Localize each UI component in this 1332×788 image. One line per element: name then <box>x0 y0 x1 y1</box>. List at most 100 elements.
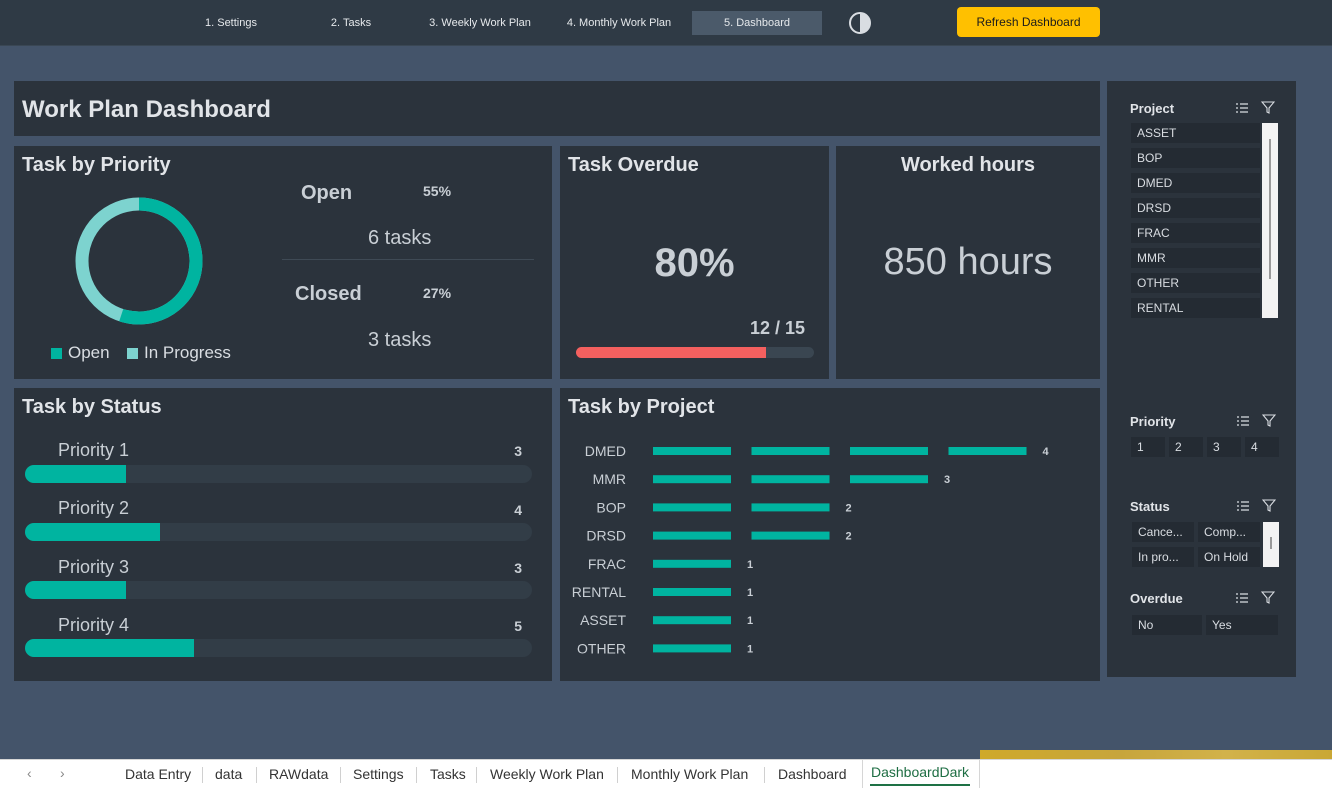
project-bar-segment <box>653 588 731 596</box>
tab-separator <box>256 767 257 783</box>
project-bar-segment <box>653 644 731 653</box>
tab-separator <box>476 767 477 783</box>
open-percent: 55% <box>423 183 452 199</box>
nav-settings-button[interactable]: 1. Settings <box>190 11 272 35</box>
project-slicer-item-rental[interactable]: RENTAL <box>1131 298 1260 318</box>
task-by-priority-panel: Task by Priority Open In Progress Open 5… <box>14 146 552 379</box>
project-slicer-item-mmr[interactable]: MMR <box>1131 248 1260 268</box>
overdue-progress-fill <box>576 347 767 358</box>
sheet-tab-data[interactable]: data <box>215 766 242 782</box>
sheet-tab-dashboarddark[interactable]: DashboardDark <box>871 764 969 780</box>
priority-slicer-item-2[interactable]: 2 <box>1169 437 1203 457</box>
project-bar-segment <box>751 447 830 455</box>
project-category-label: RENTAL <box>572 584 626 600</box>
status-panel-title: Task by Status <box>22 396 162 418</box>
refresh-dashboard-button[interactable]: Refresh Dashboard <box>957 7 1100 37</box>
clear-filter-icon[interactable] <box>1261 101 1275 115</box>
sheet-tab-tasks[interactable]: Tasks <box>430 766 466 782</box>
task-by-project-panel: Task by Project DMED 4 MMR 3 BOP 2 DRSD 2 FRAC 1 R… <box>560 388 1100 681</box>
overdue-progress-track <box>576 347 814 358</box>
status-bar-priority-1 <box>25 465 127 483</box>
project-value-label: 3 <box>944 474 950 486</box>
project-slicer-scrollbar[interactable] <box>1262 123 1278 318</box>
legend-open: Open <box>51 343 110 363</box>
sheet-tab-rawdata[interactable]: RAWdata <box>269 766 328 782</box>
project-slicer-item-bop[interactable]: BOP <box>1131 148 1260 168</box>
priority-slicer-item-3[interactable]: 3 <box>1207 437 1241 457</box>
sheet-tab-monthly-work-plan[interactable]: Monthly Work Plan <box>631 766 748 782</box>
project-value-label: 2 <box>846 531 852 543</box>
sheet-tab-dashboard[interactable]: Dashboard <box>778 766 847 782</box>
overdue-slicer-title: Overdue <box>1130 591 1183 606</box>
dashboard-title-panel: Work Plan Dashboard <box>14 81 1100 136</box>
overdue-slicer-item-no[interactable]: No <box>1132 615 1202 635</box>
multi-select-icon[interactable] <box>1236 414 1250 428</box>
nav-weekly-plan-button[interactable]: 3. Weekly Work Plan <box>420 11 540 35</box>
status-slicer-item-on-hold[interactable]: On Hold <box>1198 547 1260 567</box>
project-slicer-scroll-thumb[interactable] <box>1269 139 1271 279</box>
multi-select-icon[interactable] <box>1236 499 1250 513</box>
legend-in-progress: In Progress <box>127 343 231 363</box>
nav-monthly-plan-button[interactable]: 4. Monthly Work Plan <box>556 11 682 35</box>
project-bar-segment <box>653 503 731 512</box>
project-slicer-item-other[interactable]: OTHER <box>1131 273 1260 293</box>
status-count-priority-1: 3 <box>514 443 522 459</box>
status-slicer-scrollbar[interactable] <box>1263 522 1279 567</box>
slicer-panel: Project ASSET BOP DMED DRSD FRAC MMR OTHER RENT… <box>1107 81 1296 677</box>
clear-filter-icon[interactable] <box>1261 591 1275 605</box>
status-count-priority-4: 5 <box>514 618 522 634</box>
project-bar-segment <box>850 475 928 484</box>
sheet-tab-weekly-work-plan[interactable]: Weekly Work Plan <box>490 766 604 782</box>
worked-hours-value: 850 hours <box>883 241 1053 283</box>
multi-select-icon[interactable] <box>1235 591 1249 605</box>
open-tasks-count: 6 tasks <box>368 227 432 249</box>
project-slicer-item-frac[interactable]: FRAC <box>1131 223 1260 243</box>
multi-select-icon[interactable] <box>1235 101 1249 115</box>
priority-slicer-item-4[interactable]: 4 <box>1245 437 1279 457</box>
status-slicer-item-completed[interactable]: Comp... <box>1198 522 1260 542</box>
status-slicer-scroll-thumb[interactable] <box>1270 537 1272 549</box>
project-slicer-item-asset[interactable]: ASSET <box>1131 123 1260 143</box>
worked-hours-panel: Worked hours 850 hours <box>836 146 1100 379</box>
sheet-tab-data-entry[interactable]: Data Entry <box>125 766 191 782</box>
status-slicer-item-in-progress[interactable]: In pro... <box>1132 547 1194 567</box>
project-bar-chart: DMED 4 MMR 3 BOP 2 DRSD 2 FRAC 1 RENTAL 1 ASSET 1 OTHE… <box>572 443 1050 656</box>
tab-separator <box>617 767 618 783</box>
priority-divider <box>282 259 534 260</box>
overdue-panel-title: Task Overdue <box>568 154 699 176</box>
tab-scroll-right-icon[interactable]: › <box>60 765 65 781</box>
project-value-label: 4 <box>1043 446 1050 458</box>
project-value-label: 1 <box>747 643 753 655</box>
nav-dashboard-button[interactable]: 5. Dashboard <box>692 11 822 35</box>
overdue-slicer-item-yes[interactable]: Yes <box>1206 615 1278 635</box>
tab-separator <box>340 767 341 783</box>
project-category-label: DRSD <box>586 528 626 544</box>
legend-swatch-in-progress <box>127 347 138 359</box>
project-value-label: 1 <box>747 587 753 599</box>
legend-label-open: Open <box>68 343 110 362</box>
clear-filter-icon[interactable] <box>1262 414 1276 428</box>
tab-separator <box>202 767 203 783</box>
project-slicer-item-drsd[interactable]: DRSD <box>1131 198 1260 218</box>
project-category-label: OTHER <box>577 640 626 656</box>
status-bar-priority-3 <box>25 581 127 599</box>
sheet-tab-settings[interactable]: Settings <box>353 766 404 782</box>
project-bar-segment <box>751 503 830 512</box>
project-value-label: 2 <box>846 502 852 514</box>
project-value-label: 1 <box>747 559 753 571</box>
tab-separator <box>416 767 417 783</box>
project-slicer-item-dmed[interactable]: DMED <box>1131 173 1260 193</box>
overdue-percent: 80% <box>654 241 735 285</box>
nav-tasks-button[interactable]: 2. Tasks <box>310 11 392 35</box>
open-label: Open <box>301 182 353 204</box>
project-bar-segment <box>850 447 928 455</box>
priority-slicer-item-1[interactable]: 1 <box>1131 437 1165 457</box>
closed-percent: 27% <box>423 285 452 301</box>
contrast-icon[interactable] <box>848 11 872 35</box>
task-by-status-panel: Task by Status Priority 1 3 Priority 2 4… <box>14 388 552 681</box>
sheet-tab-bar: ‹ › Data Entry data RAWdata Settings Tas… <box>0 759 1332 788</box>
tab-scroll-left-icon[interactable]: ‹ <box>27 765 32 781</box>
status-slicer-item-cancelled[interactable]: Cance... <box>1132 522 1194 542</box>
priority-slicer-title: Priority <box>1130 414 1176 429</box>
clear-filter-icon[interactable] <box>1262 499 1276 513</box>
